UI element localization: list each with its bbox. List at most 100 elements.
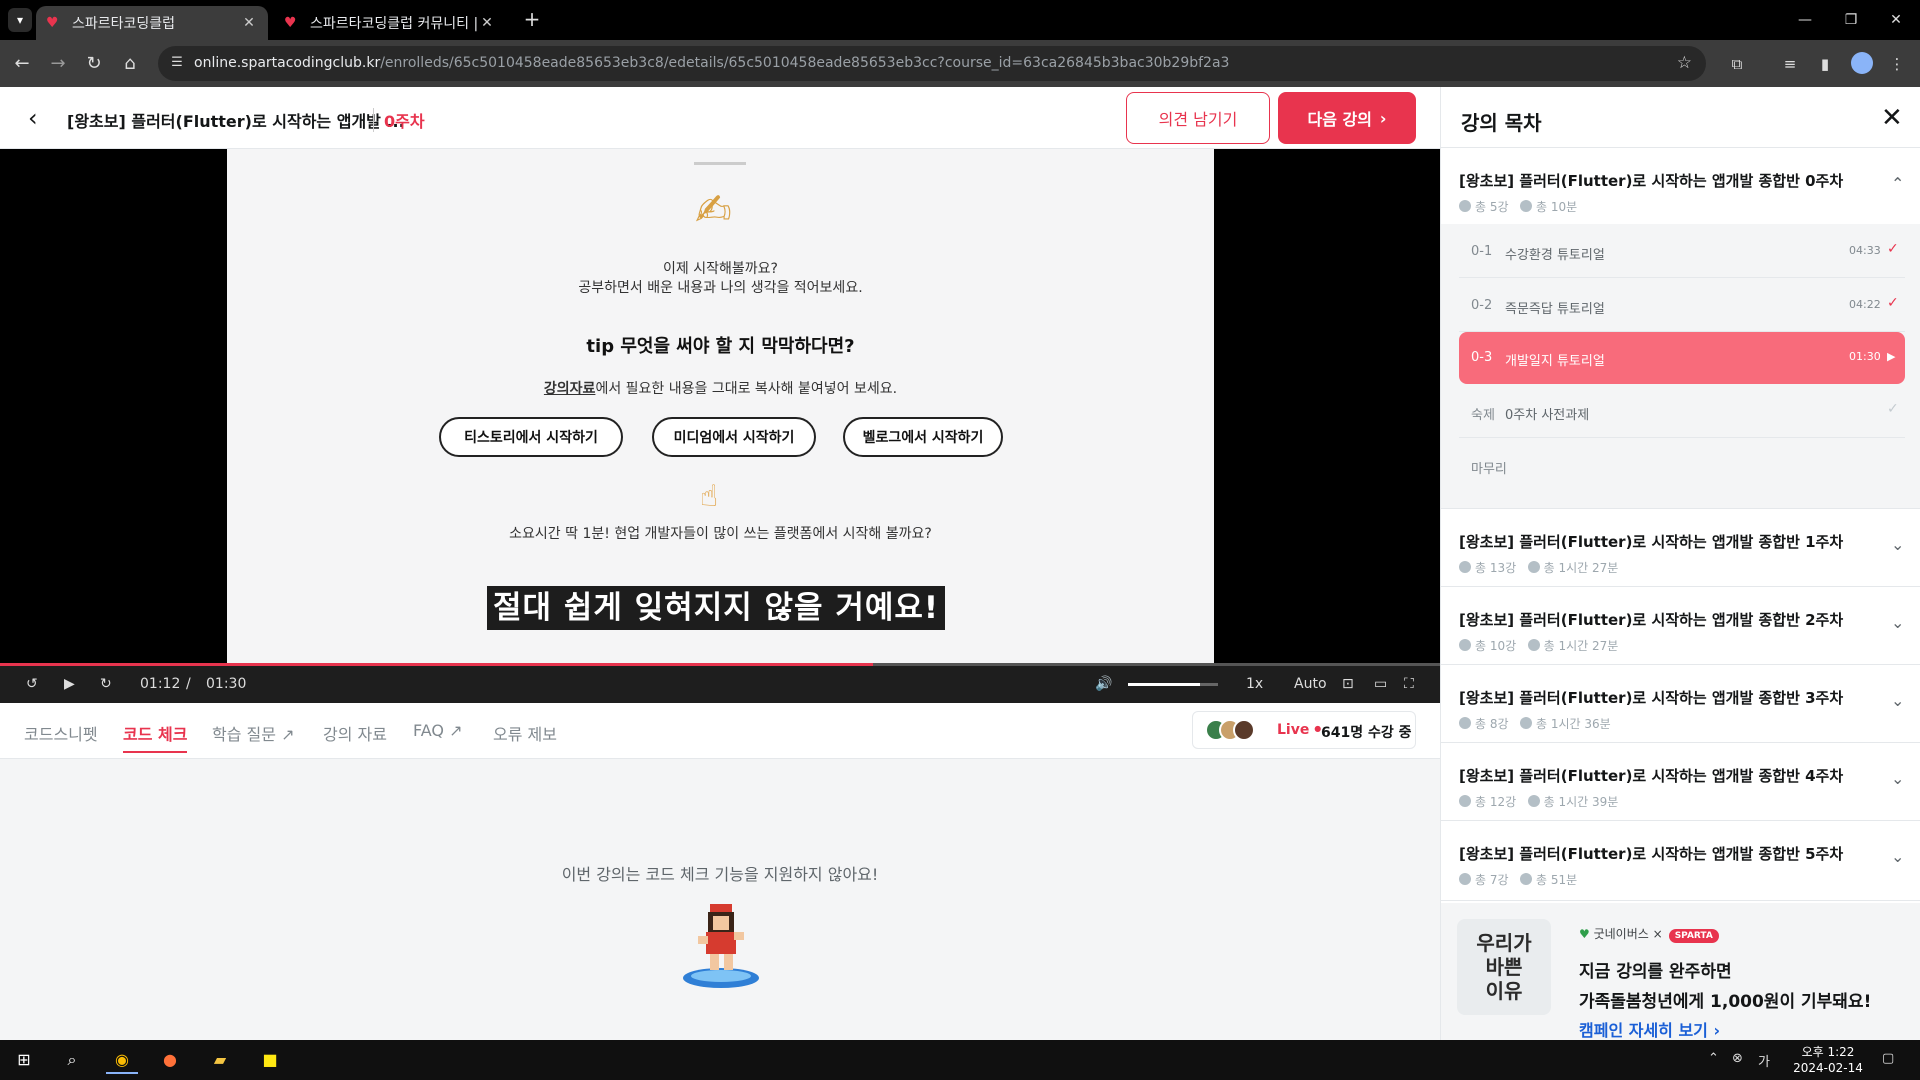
lecture-header: ‹ [왕초보] 플러터(Flutter)로 시작하는 앱개발 ... 0주차 의… <box>0 87 1440 149</box>
tab-learning-question[interactable]: 학습 질문 ↗ <box>212 721 294 745</box>
site-info-icon[interactable]: ☰ <box>168 54 186 72</box>
subtitles-icon[interactable]: ⊡ <box>1342 674 1354 694</box>
forward-10-icon[interactable]: ↻ <box>100 674 112 694</box>
tab-code-snippet[interactable]: 코드스니펫 <box>24 721 98 745</box>
taskbar-clock[interactable]: 오후 1:22 2024-02-14 <box>1785 1044 1871 1076</box>
week-section-5[interactable]: [왕초보] 플러터(Flutter)로 시작하는 앱개발 종합반 5주차 총 7… <box>1441 821 1920 901</box>
feedback-label: 의견 남기기 <box>1158 110 1238 129</box>
chrome-icon[interactable]: ◉ <box>106 1046 138 1074</box>
lecture-count-icon <box>1459 200 1471 212</box>
firefox-icon[interactable]: ● <box>154 1046 186 1074</box>
week-section-4[interactable]: [왕초보] 플러터(Flutter)로 시작하는 앱개발 종합반 4주차 총 1… <box>1441 743 1920 821</box>
close-sidebar-icon[interactable]: ✕ <box>1881 103 1903 133</box>
week-meta: 총 8강 총 1시간 36분 <box>1459 715 1611 732</box>
restore-icon[interactable]: ❐ <box>1839 8 1863 32</box>
search-icon[interactable]: ⌕ <box>56 1046 88 1074</box>
tab-faq[interactable]: FAQ ↗ <box>413 721 463 740</box>
check-icon: ✓ <box>1887 241 1899 257</box>
campaign-logo: 우리가 바쁜 이유 <box>1457 919 1551 1015</box>
media-control-icon[interactable]: ≡ <box>1778 52 1802 76</box>
sparta-badge: SPARTA <box>1668 929 1719 943</box>
week-count: 총 5강 <box>1475 200 1509 214</box>
donation-campaign-banner[interactable]: 우리가 바쁜 이유 ♥ 굿네이버스 × SPARTA 지금 강의를 완주하면 가족… <box>1441 903 1920 1040</box>
file-explorer-icon[interactable]: ▰ <box>204 1046 236 1074</box>
browser-tab-1[interactable]: ♥ 스파르타코딩클럽 ✕ <box>36 6 268 40</box>
browser-tab-2[interactable]: ♥ 스파르타코딩클럽 커뮤니티 | 스 ✕ <box>274 6 506 40</box>
clock-time: 오후 1:22 <box>1801 1045 1855 1059</box>
week-count: 총 8강 <box>1475 717 1509 731</box>
video-controls: ↺ ▶ ↻ 01:12 / 01:30 🔊 1x Auto ⊡ ▭ ⛶ <box>0 666 1440 703</box>
tab-search-button[interactable]: ▾ <box>8 8 32 32</box>
lesson-item-current[interactable]: 0-3 개발일지 튜토리얼 01:30 ▶ <box>1459 332 1905 384</box>
theater-mode-icon[interactable]: ▭ <box>1374 674 1387 694</box>
close-window-icon[interactable]: ✕ <box>1884 8 1908 32</box>
video-player[interactable]: ✍ 이제 시작해볼까요? 공부하면서 배운 내용과 나의 생각을 적어보세요. … <box>0 149 1440 703</box>
new-tab-button[interactable]: + <box>520 8 544 32</box>
external-link-icon: ↗ <box>449 721 463 740</box>
tab-lecture-material[interactable]: 강의 자료 <box>323 721 387 745</box>
back-chevron-icon[interactable]: ‹ <box>28 104 38 132</box>
rewind-10-icon[interactable]: ↺ <box>26 674 38 694</box>
play-icon[interactable]: ▶ <box>64 674 75 694</box>
tab-code-check[interactable]: 코드 체크 <box>123 721 188 753</box>
tab-label: 코드 체크 <box>123 725 188 744</box>
play-icon: ▶ <box>1887 350 1896 363</box>
reload-icon[interactable]: ↻ <box>82 52 106 76</box>
browser-tab-bar: ▾ ♥ 스파르타코딩클럽 ✕ ♥ 스파르타코딩클럽 커뮤니티 | 스 ✕ + —… <box>0 0 1920 40</box>
network-icon[interactable]: ⊗ <box>1732 1051 1743 1066</box>
clock-icon <box>1519 717 1532 729</box>
minimize-icon[interactable]: — <box>1793 8 1817 32</box>
week-section-3[interactable]: [왕초보] 플러터(Flutter)로 시작하는 앱개발 종합반 3주차 총 8… <box>1441 665 1920 743</box>
windows-taskbar: ⊞ ⌕ ◉ ● ▰ ■ ⌃ ⊗ 가 오후 1:22 2024-02-14 ▢ <box>0 1040 1920 1080</box>
feedback-button[interactable]: 의견 남기기 <box>1126 92 1270 144</box>
lesson-item[interactable]: 0-1 수강환경 튜토리얼 04:33 ✓ <box>1459 226 1905 278</box>
live-viewers-badge[interactable]: Live ● 641명 수강 중 <box>1192 711 1416 749</box>
windows-start-icon[interactable]: ⊞ <box>8 1046 40 1074</box>
chevron-down-icon: ⌄ <box>1891 691 1905 710</box>
week-section-1[interactable]: [왕초보] 플러터(Flutter)로 시작하는 앱개발 종합반 1주차 총 1… <box>1441 509 1920 587</box>
quality-setting[interactable]: Auto <box>1294 674 1327 694</box>
lesson-title: 0주차 사전과제 <box>1505 408 1590 423</box>
material-rest: 에서 필요한 내용을 그대로 복사해 붙여넣어 보세요. <box>595 381 898 397</box>
fullscreen-icon[interactable]: ⛶ <box>1404 674 1414 694</box>
tray-expand-icon[interactable]: ⌃ <box>1708 1051 1719 1066</box>
extensions-icon[interactable]: ⧉ <box>1725 52 1749 76</box>
lesson-item[interactable]: 마무리 <box>1459 440 1905 492</box>
ime-icon[interactable]: 가 <box>1758 1051 1770 1070</box>
playback-speed[interactable]: 1x <box>1246 674 1263 694</box>
address-bar[interactable]: ☰ online.spartacodingclub.kr/enrolleds/6… <box>158 46 1706 81</box>
lecture-count-icon <box>1459 795 1471 807</box>
back-arrow-icon[interactable]: ← <box>10 52 34 76</box>
current-time: 01:12 <box>140 676 181 692</box>
campaign-link-text: 캠페인 자세히 보기 <box>1579 1021 1708 1040</box>
side-panel-icon[interactable]: ▮ <box>1813 52 1837 76</box>
forward-arrow-icon[interactable]: → <box>46 52 70 76</box>
volume-slider[interactable] <box>1128 683 1218 686</box>
lesson-title: 개발일지 튜토리얼 <box>1505 354 1605 369</box>
notification-icon[interactable]: ▢ <box>1882 1051 1894 1066</box>
close-tab-icon[interactable]: ✕ <box>240 15 258 31</box>
url-text: online.spartacodingclub.kr/enrolleds/65c… <box>194 55 1230 71</box>
lesson-item[interactable]: 0-2 즉문즉답 튜토리얼 04:22 ✓ <box>1459 280 1905 332</box>
profile-avatar[interactable] <box>1851 52 1873 74</box>
close-tab-icon[interactable]: ✕ <box>478 15 496 31</box>
next-lecture-button[interactable]: 다음 강의 › <box>1278 92 1416 144</box>
more-menu-icon[interactable]: ⋮ <box>1885 52 1909 76</box>
browser-tab-title: 스파르타코딩클럽 <box>72 16 176 32</box>
kakaotalk-icon[interactable]: ■ <box>254 1046 286 1074</box>
week-section-2[interactable]: [왕초보] 플러터(Flutter)로 시작하는 앱개발 종합반 2주차 총 1… <box>1441 587 1920 665</box>
campaign-detail-link[interactable]: 캠페인 자세히 보기 › <box>1579 1017 1720 1041</box>
lesson-title: 마무리 <box>1471 462 1507 477</box>
bookmark-star-icon[interactable]: ☆ <box>1677 53 1692 73</box>
home-icon[interactable]: ⌂ <box>118 52 142 76</box>
week-title: [왕초보] 플러터(Flutter)로 시작하는 앱개발 종합반 0주차 <box>1459 172 1844 190</box>
week-time: 총 1시간 27분 <box>1543 561 1619 575</box>
viewer-avatars <box>1205 719 1255 745</box>
week-header-0[interactable]: [왕초보] 플러터(Flutter)로 시작하는 앱개발 종합반 0주차 총 5… <box>1441 148 1920 224</box>
tab-label: 학습 질문 <box>212 725 276 744</box>
week-title: [왕초보] 플러터(Flutter)로 시작하는 앱개발 종합반 4주차 <box>1459 767 1844 785</box>
volume-icon[interactable]: 🔊 <box>1095 674 1112 694</box>
lesson-item[interactable]: 숙제 0주차 사전과제 ✓ <box>1459 386 1905 438</box>
tab-error-report[interactable]: 오류 제보 <box>493 721 557 745</box>
slide-line-2: 공부하면서 배운 내용과 나의 생각을 적어보세요. <box>578 280 863 296</box>
